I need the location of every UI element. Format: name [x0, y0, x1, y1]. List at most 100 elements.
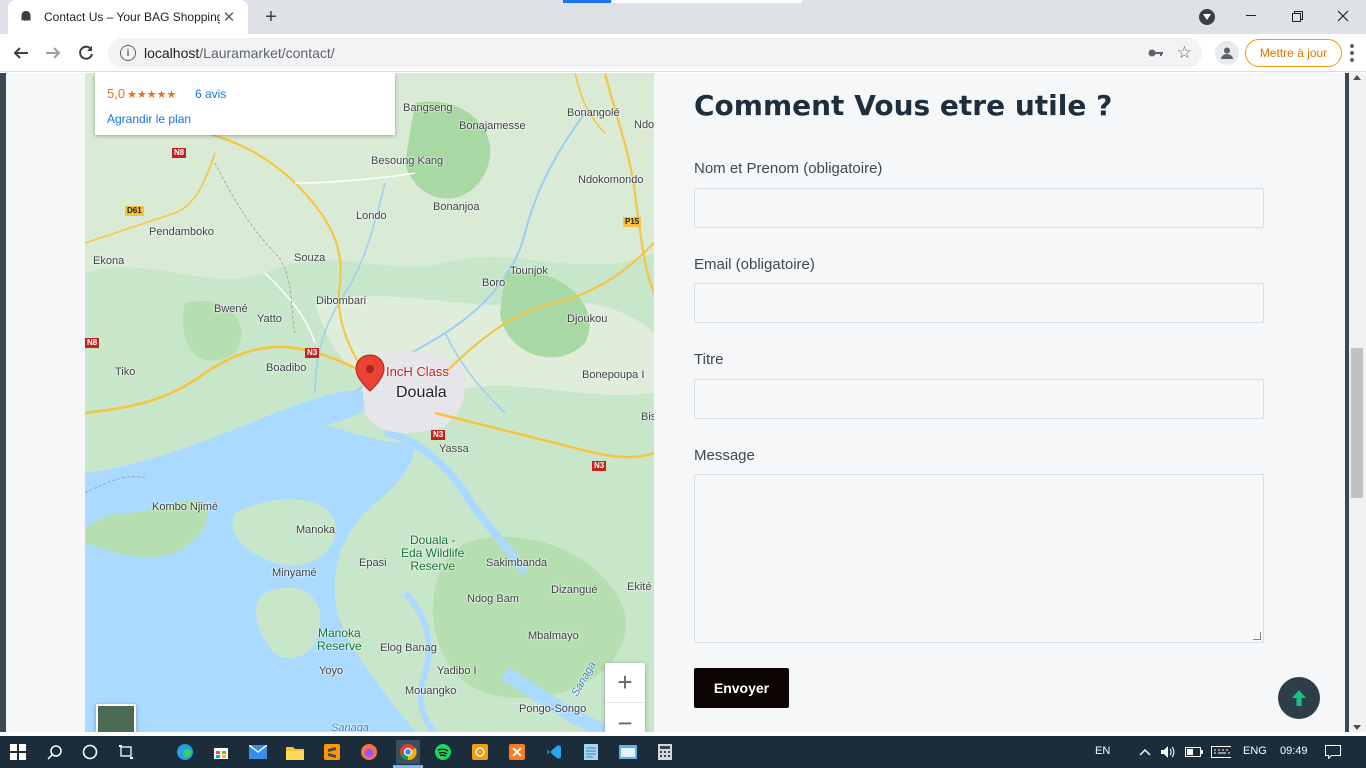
key-icon[interactable] — [1148, 45, 1164, 61]
close-tab-icon[interactable]: ✕ — [220, 8, 238, 26]
map-place-label: Bangseng — [403, 102, 453, 114]
app-window-icon[interactable] — [618, 742, 638, 762]
google-map[interactable]: N8 D61 P15 N8 N3 N3 N3 Bangseng Bonangol… — [85, 73, 654, 732]
satellite-toggle-button[interactable] — [96, 704, 136, 732]
mail-icon[interactable] — [248, 742, 268, 762]
page-content: N8 D61 P15 N8 N3 N3 N3 Bangseng Bonangol… — [6, 73, 1345, 732]
forward-arrow-icon[interactable] — [38, 38, 68, 68]
cortana-icon[interactable] — [80, 742, 100, 762]
back-arrow-icon[interactable] — [6, 38, 36, 68]
chrome-icon[interactable] — [396, 740, 420, 764]
map-marker-label[interactable]: IncH Class — [386, 364, 449, 379]
map-place-label: Yassa — [439, 443, 469, 455]
name-input[interactable] — [694, 188, 1264, 228]
route-shield: N3 — [431, 430, 446, 440]
scroll-thumb[interactable] — [1351, 348, 1363, 498]
minimize-icon[interactable] — [1228, 4, 1274, 28]
route-shield: N3 — [592, 461, 607, 471]
zoom-out-button[interactable]: − — [605, 703, 645, 733]
browser-tab[interactable]: Contact Us – Your BAG Shopping ✕ — [8, 0, 248, 34]
map-place-label: Ndo — [634, 119, 654, 131]
bookmark-star-icon[interactable]: ☆ — [1177, 43, 1192, 63]
windows-start-icon[interactable] — [8, 742, 28, 762]
tabbar-accent — [563, 0, 611, 3]
tab-search-icon[interactable] — [1199, 9, 1215, 25]
route-shield: D61 — [125, 206, 144, 216]
email-input[interactable] — [694, 283, 1264, 323]
map-place-label: Ekité — [627, 581, 652, 593]
keyboard-icon[interactable] — [1211, 742, 1231, 762]
map-city-label: Douala — [396, 384, 447, 401]
battery-icon[interactable] — [1184, 742, 1204, 762]
rating-value: 5,0 ★★★★★ — [107, 86, 177, 101]
scroll-to-top-button[interactable] — [1278, 677, 1320, 719]
subject-input[interactable] — [694, 379, 1264, 419]
map-place-label: Bonepoupa I — [582, 369, 645, 381]
route-shield: N8 — [172, 148, 187, 158]
map-place-label: Pendamboko — [149, 226, 214, 238]
map-place-label: Pongo-Songo — [519, 703, 587, 715]
scroll-up-icon[interactable] — [1353, 75, 1361, 80]
file-explorer-icon[interactable] — [285, 742, 305, 762]
page-scrollbar[interactable] — [1349, 73, 1366, 732]
map-place-label: Bonangolé — [567, 107, 620, 119]
zoom-in-button[interactable]: + — [605, 663, 645, 703]
map-place-label: Dizangué — [551, 584, 598, 596]
map-reserve-label: Manoka Reserve — [317, 626, 362, 653]
map-place-label: Elog Banag — [380, 642, 437, 654]
map-place-label: Ndokomondo — [578, 174, 644, 186]
close-window-icon[interactable] — [1320, 4, 1366, 28]
new-tab-icon[interactable]: + — [260, 6, 282, 28]
tab-title: Contact Us – Your BAG Shopping — [44, 10, 220, 24]
scroll-down-icon[interactable] — [1353, 725, 1361, 730]
map-place-label: Mbalmayo — [528, 630, 579, 642]
route-shield: N3 — [305, 348, 320, 358]
edge-icon[interactable] — [175, 742, 195, 762]
map-reserve-label: Douala - Eda Wildlife Reserve — [401, 533, 465, 573]
xampp-icon[interactable] — [507, 742, 527, 762]
map-place-label: Yoyo — [319, 665, 344, 677]
map-place-label: Minyamé — [272, 567, 317, 579]
sublime-text-icon[interactable] — [322, 742, 342, 762]
form-title: Comment Vous etre utile ? — [694, 89, 1113, 122]
browser-tabbar: Contact Us – Your BAG Shopping ✕ + — [0, 0, 1366, 34]
task-view-icon[interactable] — [116, 742, 136, 762]
clock[interactable]: 09:49 — [1280, 745, 1308, 757]
notepad-icon[interactable] — [581, 742, 601, 762]
search-icon[interactable] — [45, 742, 65, 762]
message-textarea[interactable] — [694, 474, 1264, 643]
restore-icon[interactable] — [1274, 4, 1320, 28]
profile-avatar-icon[interactable] — [1215, 41, 1239, 65]
update-button[interactable]: Mettre à jour — [1245, 39, 1342, 67]
route-shield: N8 — [85, 338, 100, 348]
calculator-icon[interactable] — [655, 742, 675, 762]
map-river-label: Sanaga — [331, 722, 369, 732]
spotify-icon[interactable] — [433, 742, 453, 762]
browser-toolbar: i localhost/Lauramarket/contact/ ☆ Mettr… — [0, 34, 1366, 72]
windows-taskbar: EN ENG 09:49 — [0, 736, 1366, 768]
input-language-short[interactable]: EN — [1095, 745, 1110, 757]
resize-grip-icon[interactable] — [1253, 632, 1261, 640]
volume-icon[interactable] — [1158, 742, 1178, 762]
reload-icon[interactable] — [71, 38, 101, 68]
firefox-icon[interactable] — [359, 742, 379, 762]
map-place-label: Manoka — [296, 524, 336, 536]
reviews-link[interactable]: 6 avis — [195, 87, 226, 101]
input-language[interactable]: ENG — [1243, 745, 1267, 757]
browser-menu-icon[interactable] — [1350, 44, 1354, 62]
map-place-label: Djoukou — [567, 313, 608, 325]
info-icon[interactable]: i — [120, 45, 136, 61]
vscode-icon[interactable] — [544, 742, 564, 762]
chevron-up-icon[interactable] — [1135, 742, 1155, 762]
app-orange-icon[interactable] — [470, 742, 490, 762]
enlarge-map-link[interactable]: Agrandir le plan — [107, 112, 191, 126]
address-bar[interactable]: i localhost/Lauramarket/contact/ ☆ — [108, 38, 1202, 68]
map-place-label: Bwené — [214, 303, 248, 315]
submit-button[interactable]: Envoyer — [694, 668, 789, 708]
store-icon[interactable] — [211, 742, 231, 762]
map-place-label: Yatto — [257, 313, 282, 325]
map-place-label: Epasi — [359, 557, 387, 569]
map-place-label: Kombo Njimé — [152, 501, 219, 513]
notifications-icon[interactable] — [1323, 742, 1343, 762]
ghost-favicon-icon — [18, 9, 34, 25]
